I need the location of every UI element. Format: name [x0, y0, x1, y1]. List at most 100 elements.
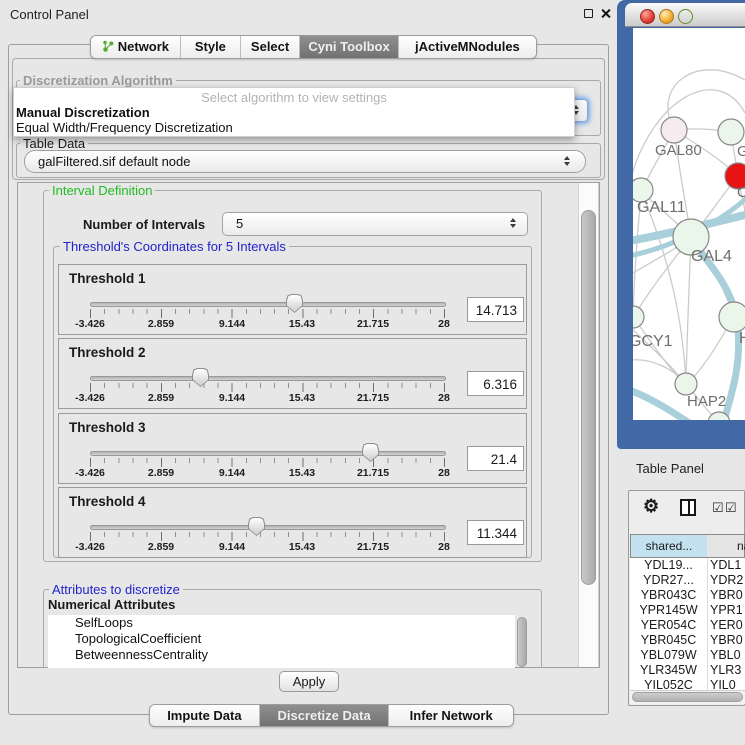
- network-node-gal80[interactable]: [661, 117, 687, 143]
- table-row[interactable]: YPR145WYPR1: [630, 603, 745, 618]
- dropdown-option-equal-width[interactable]: Equal Width/Frequency Discretization: [14, 120, 574, 135]
- tab-discretize-data[interactable]: Discretize Data: [260, 705, 390, 726]
- table-rows: YDL19...YDL1 YDR27...YDR2 YBR043CYBR0 YP…: [630, 558, 745, 690]
- horizontal-scrollbar-thumb[interactable]: [632, 692, 743, 702]
- table-row[interactable]: YIL052CYIL0: [630, 678, 745, 690]
- slider-major-ticks: [90, 532, 448, 541]
- minimize-traffic-light-icon[interactable]: [659, 9, 674, 24]
- slider-scale-label: 28: [414, 541, 474, 553]
- list-scrollbar-thumb[interactable]: [517, 617, 527, 667]
- threshold-slider-track[interactable]: [90, 376, 446, 381]
- threshold-value-field[interactable]: 11.344: [467, 520, 524, 545]
- threshold-label: Threshold 1: [69, 271, 146, 286]
- gear-icon[interactable]: ⚙: [643, 496, 659, 517]
- tab-network[interactable]: Network: [91, 36, 181, 58]
- network-canvas[interactable]: GAL80 GA C GAL11 GAL4 GCY1 H HAP2: [633, 28, 745, 420]
- settings-scrollbar-thumb[interactable]: [581, 210, 596, 585]
- table-row[interactable]: YLR345WYLR3: [630, 663, 745, 678]
- node-label: GAL11: [637, 199, 686, 216]
- table-row[interactable]: YBR045CYBR0: [630, 633, 745, 648]
- checkbox-icon[interactable]: ☑: [725, 500, 737, 516]
- screen: Control Panel Network Style Select Cyni …: [0, 0, 745, 745]
- float-panel-icon[interactable]: [584, 9, 593, 18]
- threshold-panel: Threshold 2 -3.426 2.859 9.144 15.43 21.…: [58, 338, 527, 409]
- interval-definition-title: Interval Definition: [49, 184, 155, 197]
- table-row[interactable]: YBR043CYBR0: [630, 588, 745, 603]
- column-header-shared[interactable]: shared...: [630, 534, 708, 558]
- threshold-label: Threshold 2: [69, 345, 146, 360]
- slider-scale-label: 21.715: [343, 392, 403, 404]
- column-header-name[interactable]: na: [707, 534, 745, 558]
- network-icon: [102, 41, 114, 56]
- zoom-traffic-light-icon[interactable]: [678, 9, 693, 24]
- attributes-title: Attributes to discretize: [49, 583, 183, 596]
- table-row[interactable]: YDR27...YDR2: [630, 573, 745, 588]
- node-label: GAL80: [655, 142, 702, 159]
- threshold-panel: Threshold 4 -3.426 2.859 9.144 15.43 21.…: [58, 487, 527, 558]
- threshold-value-field[interactable]: 6.316: [467, 371, 524, 396]
- table-data-title: Table Data: [20, 137, 88, 150]
- tab-infer-network[interactable]: Infer Network: [389, 705, 513, 726]
- table-row[interactable]: YER054CYER0: [630, 618, 745, 633]
- split-columns-icon[interactable]: [680, 499, 696, 516]
- threshold-slider-track[interactable]: [90, 302, 446, 307]
- threshold-coordinates-title: Threshold's Coordinates for 5 Intervals: [60, 240, 289, 253]
- bottom-tab-bar: Impute Data Discretize Data Infer Networ…: [149, 704, 514, 727]
- slider-scale-label: 9.144: [202, 392, 262, 404]
- num-intervals-spinner[interactable]: 5: [222, 212, 528, 236]
- network-node-gcy1[interactable]: [633, 306, 644, 328]
- table-panel-title: Table Panel: [636, 461, 704, 476]
- threshold-value-field[interactable]: 14.713: [467, 297, 524, 322]
- threshold-panel: Threshold 3 -3.426 2.859 9.144 15.43 21.…: [58, 413, 527, 484]
- list-item[interactable]: BetweennessCentrality: [48, 647, 515, 663]
- network-node-hap2[interactable]: [675, 373, 697, 395]
- slider-major-ticks: [90, 458, 448, 467]
- table-row[interactable]: YDL19...YDL1: [630, 558, 745, 573]
- slider-scale-label: 28: [414, 318, 474, 330]
- slider-scale-label: 9.144: [202, 318, 262, 330]
- tab-jactivemnodules[interactable]: jActiveMNodules: [399, 36, 536, 58]
- threshold-slider-track[interactable]: [90, 525, 446, 530]
- node-label: H: [739, 330, 745, 347]
- threshold-label: Threshold 4: [69, 494, 146, 509]
- combo-arrows-icon: [563, 156, 571, 166]
- slider-scale-label: -3.426: [60, 541, 120, 553]
- slider-scale-label: 2.859: [131, 392, 191, 404]
- list-item[interactable]: TopologicalCoefficient: [48, 631, 515, 647]
- dropdown-hint: Select algorithm to view settings: [14, 88, 574, 105]
- slider-scale-label: 9.144: [202, 467, 262, 479]
- threshold-label: Threshold 3: [69, 420, 146, 435]
- table-data-combobox[interactable]: galFiltered.sif default node: [24, 150, 586, 173]
- network-node-h[interactable]: [719, 302, 745, 332]
- threshold-slider-track[interactable]: [90, 451, 446, 456]
- slider-scale-label: 21.715: [343, 541, 403, 553]
- tab-style[interactable]: Style: [181, 36, 241, 58]
- slider-scale-label: 21.715: [343, 318, 403, 330]
- spinner-arrows-icon: [509, 218, 517, 228]
- close-icon[interactable]: [600, 8, 611, 19]
- tab-select[interactable]: Select: [241, 36, 300, 58]
- tab-cyni-toolbox[interactable]: Cyni Toolbox: [300, 36, 399, 58]
- slider-scale-label: 2.859: [131, 541, 191, 553]
- slider-scale-label: -3.426: [60, 318, 120, 330]
- threshold-value-field[interactable]: 21.4: [467, 446, 524, 471]
- close-traffic-light-icon[interactable]: [640, 9, 655, 24]
- slider-scale-label: 15.43: [272, 318, 332, 330]
- tab-impute-data[interactable]: Impute Data: [150, 705, 260, 726]
- slider-scale-label: 15.43: [272, 467, 332, 479]
- threshold-panel: Threshold 1 -3.426 2.859 9.144 15.43 21.…: [58, 264, 527, 335]
- algorithm-dropdown-popup: Select algorithm to view settings Manual…: [13, 87, 575, 137]
- dropdown-option-manual[interactable]: Manual Discretization: [14, 105, 574, 120]
- discretization-algorithm-title: Discretization Algorithm: [20, 74, 176, 87]
- panel-title: Control Panel: [10, 7, 89, 22]
- num-intervals-value: 5: [236, 216, 243, 231]
- list-item[interactable]: SelfLoops: [48, 615, 515, 631]
- apply-button[interactable]: Apply: [279, 671, 339, 692]
- table-row[interactable]: YBL079WYBL0: [630, 648, 745, 663]
- numerical-attributes-list[interactable]: SelfLoops TopologicalCoefficient Between…: [48, 615, 515, 668]
- slider-scale-label: 21.715: [343, 467, 403, 479]
- network-node-ga[interactable]: [718, 119, 744, 145]
- slider-scale-label: 2.859: [131, 467, 191, 479]
- slider-major-ticks: [90, 383, 448, 392]
- checkbox-icon[interactable]: ☑: [712, 500, 724, 516]
